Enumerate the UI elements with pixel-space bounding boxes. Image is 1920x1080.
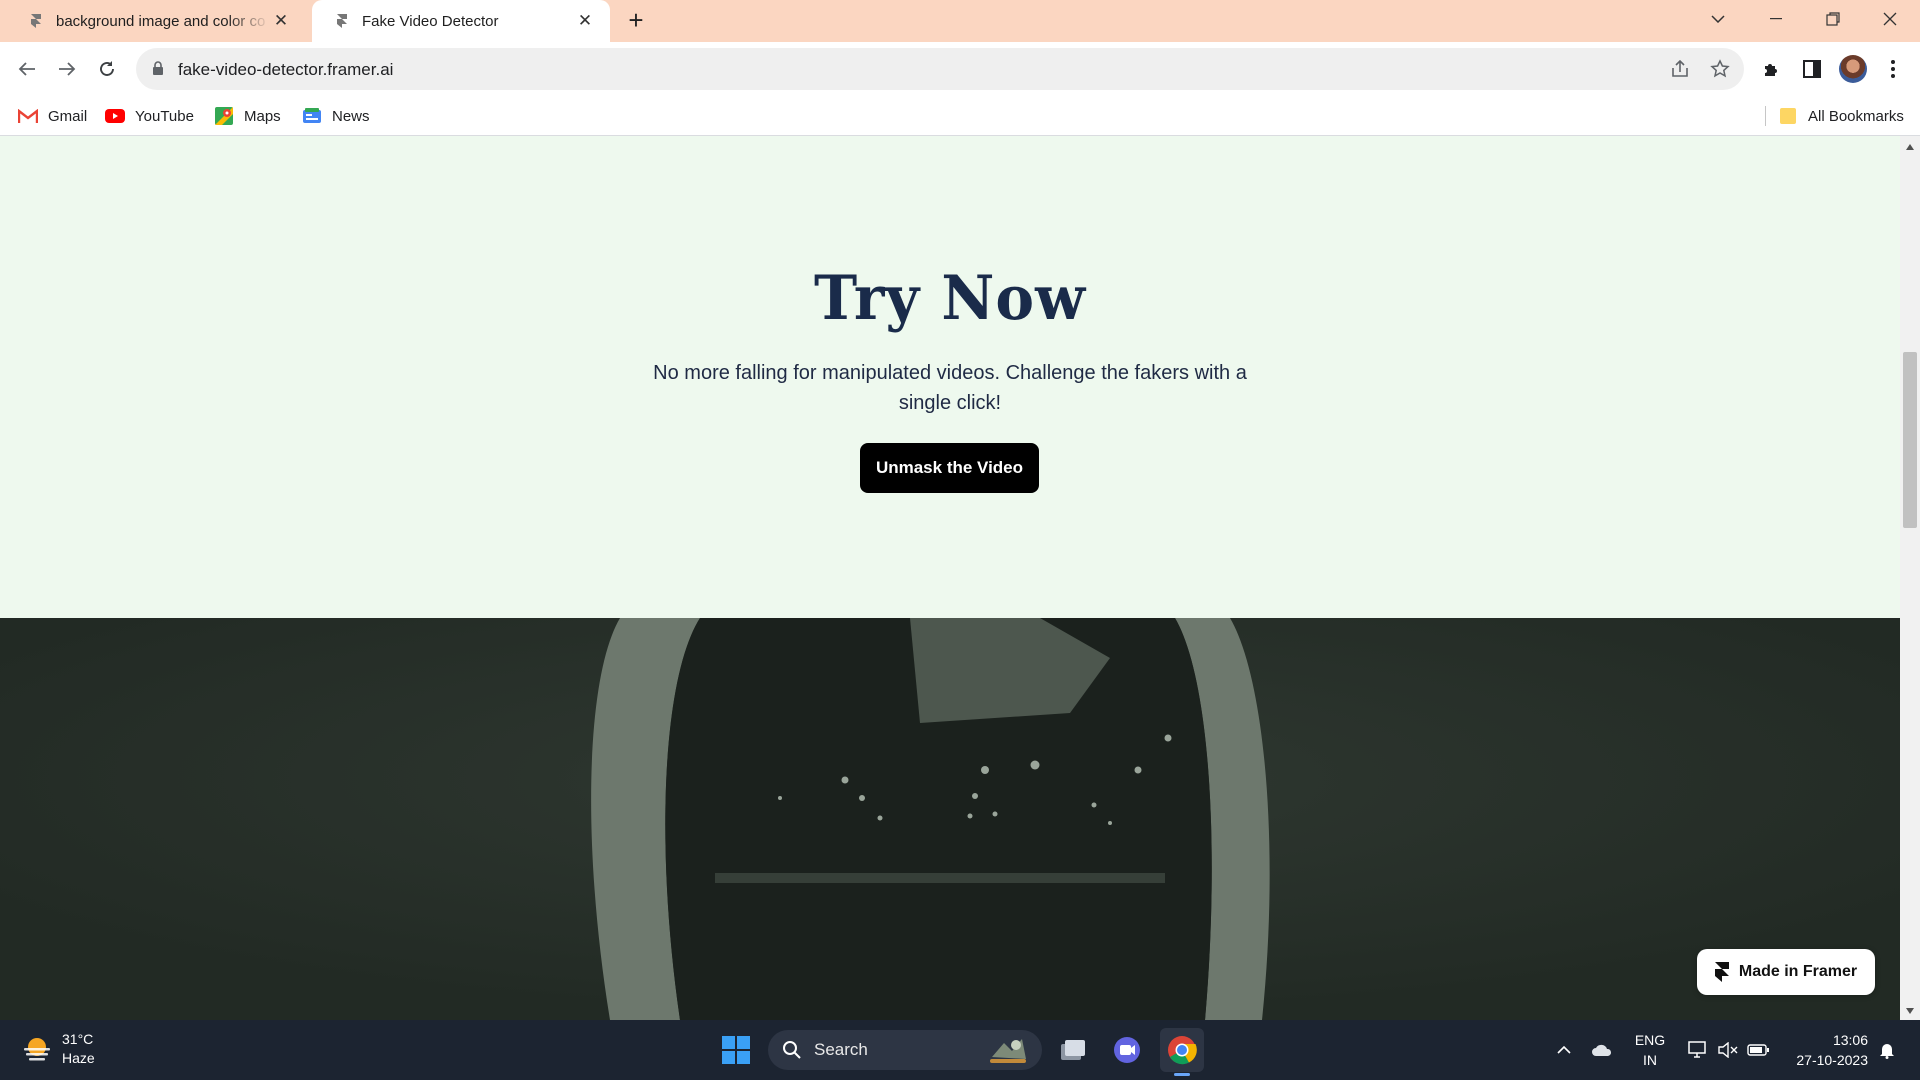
search-icon bbox=[783, 1041, 801, 1059]
bookmarks-bar: Gmail YouTube Maps News All Bookmarks bbox=[0, 96, 1920, 136]
show-hidden-icons-chevron-icon[interactable] bbox=[1552, 1020, 1576, 1080]
browser-toolbar: fake-video-detector.framer.ai bbox=[0, 42, 1920, 96]
tab-search-chevron-icon[interactable] bbox=[1690, 0, 1746, 38]
taskbar-search-box[interactable]: Search bbox=[768, 1030, 1042, 1070]
tab-background-image[interactable]: background image and color co ✕ bbox=[6, 0, 306, 42]
extensions-icon[interactable] bbox=[1760, 57, 1784, 81]
profile-avatar[interactable] bbox=[1839, 55, 1867, 83]
active-app-indicator bbox=[1174, 1073, 1190, 1076]
reload-button[interactable] bbox=[91, 53, 123, 85]
weather-condition: Haze bbox=[62, 1050, 95, 1066]
tab-title: background image and color co bbox=[56, 12, 266, 30]
lock-icon bbox=[153, 61, 163, 75]
windows-taskbar: 31°C Haze Search ENG IN 13:06 27-10-2023 bbox=[0, 1020, 1920, 1080]
search-label: Search bbox=[814, 1040, 868, 1059]
youtube-icon bbox=[105, 107, 125, 125]
minimize-button[interactable] bbox=[1748, 0, 1804, 38]
weather-temperature: 31°C bbox=[62, 1031, 94, 1047]
notification-bell-icon[interactable] bbox=[1874, 1020, 1900, 1080]
bookmark-youtube[interactable]: YouTube bbox=[105, 105, 194, 127]
section-subtitle: No more falling for manipulated videos. … bbox=[653, 362, 1247, 414]
section-title: Try Now bbox=[813, 262, 1087, 334]
news-icon bbox=[302, 107, 322, 125]
teams-chat-button[interactable] bbox=[1105, 1028, 1149, 1072]
input-language-indicator[interactable]: ENG IN bbox=[1630, 1030, 1670, 1070]
teams-icon bbox=[1114, 1037, 1140, 1063]
menu-kebab-icon[interactable] bbox=[1881, 57, 1905, 81]
start-button[interactable] bbox=[714, 1028, 758, 1072]
side-panel-icon[interactable] bbox=[1800, 57, 1824, 81]
clock-time: 13:06 bbox=[1832, 1032, 1868, 1048]
gmail-icon bbox=[18, 107, 38, 125]
astronaut-helmet-image bbox=[0, 618, 1900, 1020]
bookmark-gmail[interactable]: Gmail bbox=[18, 105, 87, 127]
bookmark-label: YouTube bbox=[135, 107, 194, 125]
screen: background image and color co ✕ Fake Vid… bbox=[0, 0, 1920, 1080]
all-bookmarks-label: All Bookmarks bbox=[1808, 107, 1904, 125]
new-tab-button[interactable]: + bbox=[622, 7, 650, 35]
page-viewport: Try Now No more falling for manipulated … bbox=[0, 136, 1900, 1020]
unmask-video-button[interactable]: Unmask the Video bbox=[860, 443, 1039, 493]
bookmark-star-icon[interactable] bbox=[1708, 58, 1732, 80]
language-code: ENG bbox=[1634, 1032, 1666, 1048]
page-scrollbar[interactable] bbox=[1900, 136, 1920, 1020]
region-code: IN bbox=[1643, 1052, 1657, 1068]
made-in-framer-badge[interactable]: Made in Framer bbox=[1697, 949, 1875, 995]
framer-favicon-icon bbox=[31, 14, 41, 28]
system-clock[interactable]: 13:06 27-10-2023 bbox=[1776, 1030, 1868, 1070]
forward-button[interactable] bbox=[51, 53, 83, 85]
scrollbar-thumb[interactable] bbox=[1903, 352, 1917, 528]
all-bookmarks-button[interactable]: All Bookmarks bbox=[1778, 105, 1904, 127]
tab-strip: background image and color co ✕ Fake Vid… bbox=[0, 0, 1920, 42]
volume-muted-icon[interactable] bbox=[1714, 1020, 1742, 1080]
close-tab-icon[interactable]: ✕ bbox=[574, 10, 596, 32]
battery-icon[interactable] bbox=[1744, 1020, 1772, 1080]
scroll-down-arrow-icon[interactable] bbox=[1906, 1008, 1914, 1014]
search-highlight-illustration-icon bbox=[990, 1039, 1026, 1063]
back-button[interactable] bbox=[11, 53, 43, 85]
badge-label: Made in Framer bbox=[1738, 963, 1858, 980]
close-tab-icon[interactable]: ✕ bbox=[270, 10, 292, 32]
network-icon[interactable] bbox=[1684, 1020, 1712, 1080]
chrome-icon bbox=[1168, 1036, 1197, 1065]
folder-icon bbox=[1778, 107, 1798, 125]
scroll-up-arrow-icon[interactable] bbox=[1906, 144, 1914, 150]
windows-logo-icon bbox=[722, 1036, 750, 1064]
maps-icon bbox=[214, 107, 234, 125]
bookmark-label: News bbox=[332, 107, 370, 125]
share-icon[interactable] bbox=[1668, 58, 1692, 80]
framer-favicon-icon bbox=[337, 14, 347, 28]
restore-button[interactable] bbox=[1805, 0, 1861, 38]
onedrive-cloud-icon[interactable] bbox=[1588, 1020, 1616, 1080]
bookmark-news[interactable]: News bbox=[302, 105, 370, 127]
haze-sun-icon bbox=[24, 1038, 50, 1061]
task-view-button[interactable] bbox=[1051, 1028, 1095, 1072]
bookmarks-divider bbox=[1765, 106, 1766, 126]
tab-title: Fake Video Detector bbox=[362, 12, 499, 30]
try-now-section: Try Now No more falling for manipulated … bbox=[0, 136, 1900, 618]
weather-widget[interactable]: 31°C Haze bbox=[22, 1030, 95, 1068]
tab-fake-video-detector[interactable]: Fake Video Detector ✕ bbox=[312, 0, 610, 42]
task-view-icon bbox=[1061, 1040, 1085, 1060]
clock-date: 27-10-2023 bbox=[1796, 1052, 1868, 1068]
framer-logo-icon bbox=[1714, 962, 1729, 982]
close-window-button[interactable] bbox=[1862, 0, 1918, 38]
bookmark-maps[interactable]: Maps bbox=[214, 105, 281, 127]
address-bar[interactable]: fake-video-detector.framer.ai bbox=[136, 48, 1744, 90]
bookmark-label: Maps bbox=[244, 107, 281, 125]
helmet-illustration bbox=[0, 618, 1900, 1020]
url-text: fake-video-detector.framer.ai bbox=[178, 60, 394, 79]
bookmark-label: Gmail bbox=[48, 107, 88, 125]
chrome-taskbar-button[interactable] bbox=[1160, 1028, 1204, 1076]
